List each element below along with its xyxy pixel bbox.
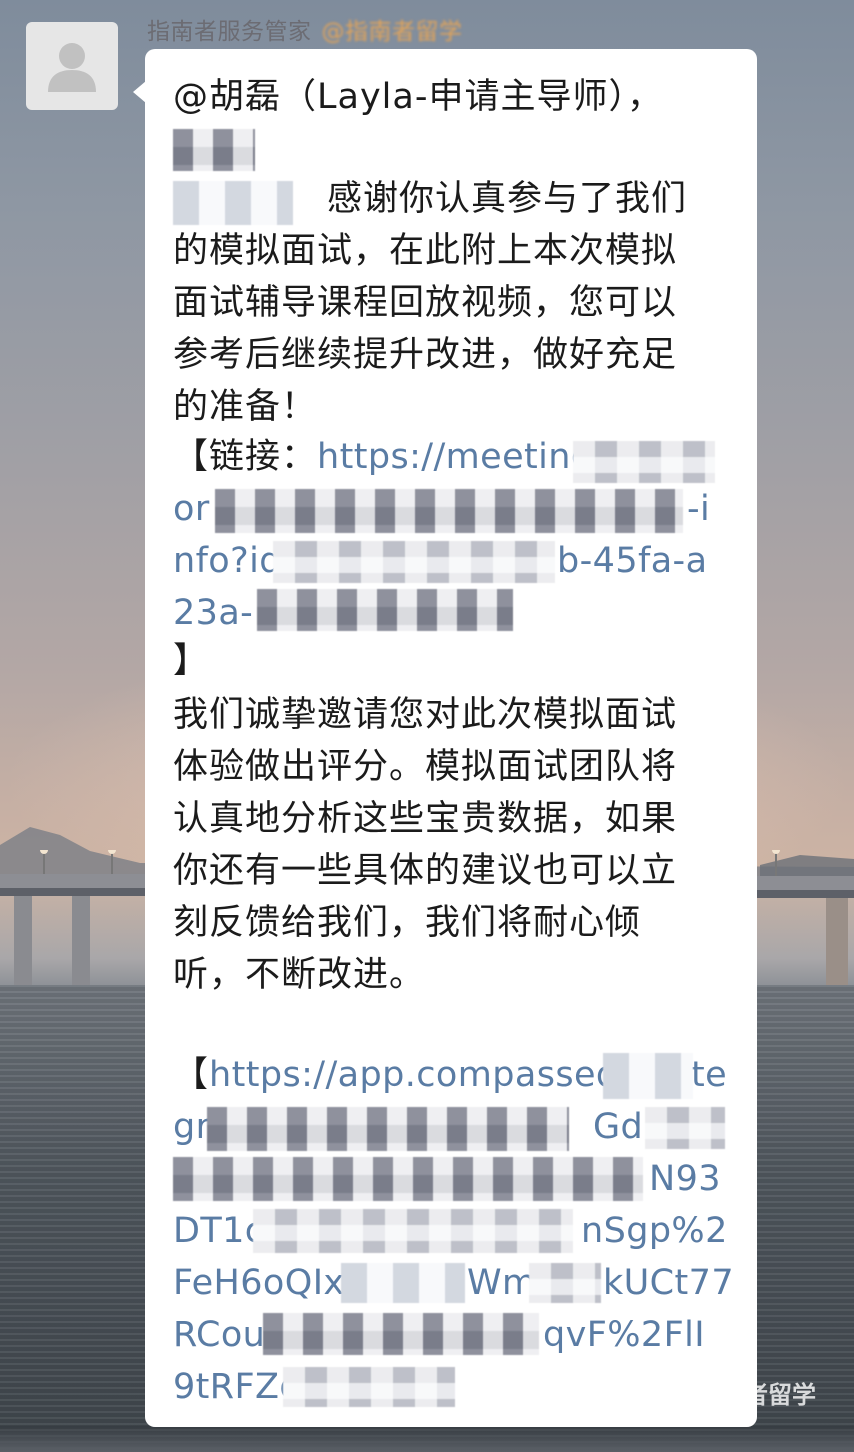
survey-link-line-5-end[interactable]: kUCt77 <box>603 1257 734 1309</box>
message-line-4: 参考后继续提升改进，做好充足 <box>173 335 678 375</box>
survey-link-line-3[interactable]: N93 <box>649 1153 721 1205</box>
redacted-name <box>173 129 255 171</box>
survey-link-line-7[interactable]: 9tRFZo <box>173 1361 301 1413</box>
invite-line-5: 刻反馈给我们，我们将耐心倾 <box>173 903 642 943</box>
redacted-link-part <box>253 1209 573 1253</box>
default-user-icon <box>48 43 96 92</box>
sender-avatar[interactable] <box>26 22 118 110</box>
survey-link-line-2-mid[interactable]: Gd <box>593 1101 643 1153</box>
redacted-link-part <box>573 441 715 483</box>
redacted-link-part <box>173 1157 643 1201</box>
message-bubble[interactable]: @胡磊（Layla-申请主导师）， 感谢你认真参与了我们 的模拟面试，在此附上本… <box>133 49 757 1427</box>
redacted-greeting <box>173 181 293 225</box>
survey-link-start[interactable]: https://app.compassedu <box>209 1055 641 1095</box>
message-line-2: 的模拟面试，在此附上本次模拟 <box>173 231 678 271</box>
survey-link-line-6[interactable]: RCou <box>173 1309 265 1361</box>
invite-line-4: 你还有一些具体的建议也可以立 <box>173 851 678 891</box>
survey-link-line-2[interactable]: gr <box>173 1101 210 1153</box>
bottom-bar <box>0 1426 854 1452</box>
redacted-link-part <box>283 1367 455 1407</box>
invite-line-2: 体验做出评分。模拟面试团队将 <box>173 747 678 787</box>
redacted-link-part <box>215 489 683 533</box>
sender-name: 指南者服务管家 @指南者留学 <box>147 12 463 46</box>
link1-row-1: 【链接：https://meeting.t <box>173 431 619 483</box>
watermark-text: 者留学 <box>744 1381 816 1409</box>
survey-link-line-6-end[interactable]: qvF%2FlI <box>543 1309 705 1361</box>
redacted-link-part <box>257 589 513 631</box>
link2-open: 【 <box>173 1055 210 1095</box>
survey-link-line-4-end[interactable]: nSgp%2 <box>581 1205 728 1257</box>
invite-line-6: 听，不断改进。 <box>173 955 426 995</box>
message-line-3: 面试辅导课程回放视频，您可以 <box>173 283 678 323</box>
link2-row-1: 【https://app.compassedu <box>173 1049 641 1101</box>
mention-line: @胡磊（Layla-申请主导师）， <box>173 77 663 117</box>
redacted-link-part <box>207 1107 569 1151</box>
survey-link-line-5-mid[interactable]: Wm <box>467 1257 537 1309</box>
survey-link-line-4[interactable]: DT1c <box>173 1205 264 1257</box>
invite-line-3: 认真地分析这些宝贵数据，如果 <box>173 799 678 839</box>
redacted-link-part <box>341 1263 465 1303</box>
redacted-link-part <box>263 1313 539 1355</box>
meeting-link-line-2-end[interactable]: -i <box>687 483 710 535</box>
survey-link-line-5[interactable]: FeH6oQIx <box>173 1257 345 1309</box>
meeting-link-line-3-end[interactable]: b-45fa-a <box>557 535 707 587</box>
message-line-5: 的准备！ <box>173 387 318 427</box>
meeting-link-line-4[interactable]: 23a- <box>173 587 253 639</box>
link1-close: 】 <box>173 641 210 681</box>
survey-link-line-1-end[interactable]: te <box>691 1049 727 1101</box>
meeting-link-line-2[interactable]: or <box>173 483 210 535</box>
meeting-link-line-3[interactable]: nfo?id <box>173 535 282 587</box>
invite-line-1: 我们诚挚邀请您对此次模拟面试 <box>173 695 678 735</box>
redacted-link-part <box>645 1107 725 1149</box>
sender-display-name: 指南者服务管家 <box>147 19 312 45</box>
message-line-1: 感谢你认真参与了我们 <box>327 179 688 219</box>
redacted-link-part <box>273 541 555 583</box>
redacted-link-part <box>603 1053 693 1099</box>
link1-prefix: 【链接： <box>173 437 318 477</box>
redacted-link-part <box>529 1263 601 1303</box>
sender-tag: @指南者留学 <box>321 19 463 45</box>
